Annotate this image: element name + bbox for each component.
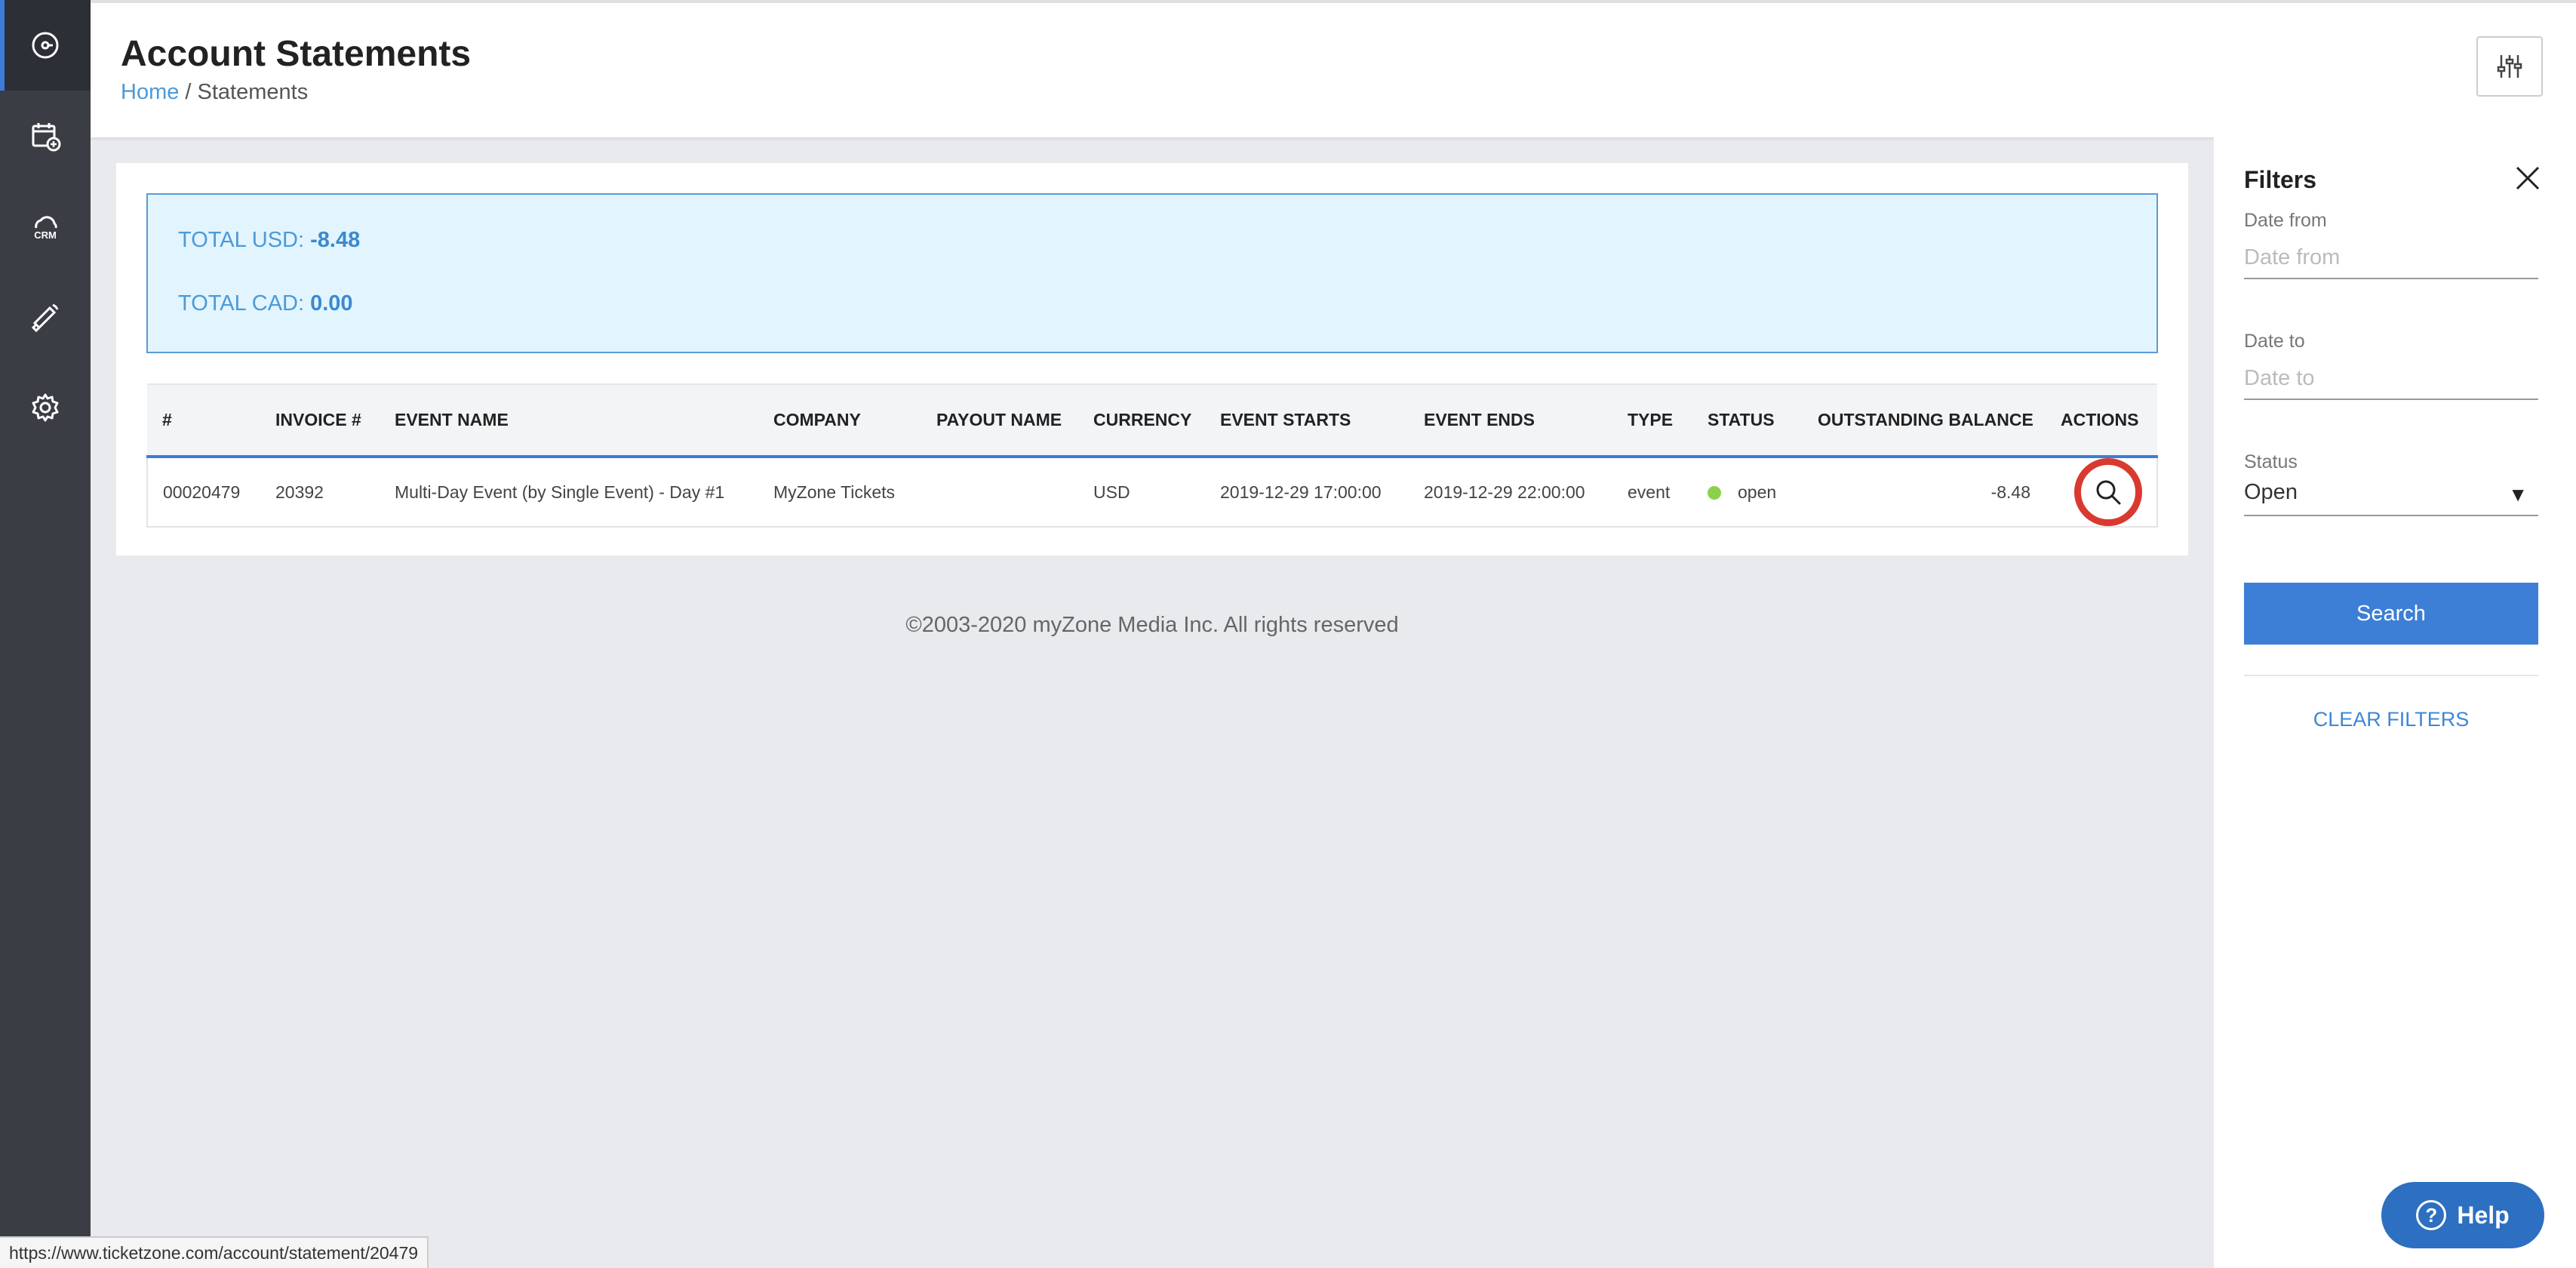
breadcrumb-separator: / [179,80,198,104]
search-button[interactable]: Search [2244,583,2538,645]
statements-card: TOTAL USD: -8.48 TOTAL CAD: 0.00 # INVOI… [116,163,2188,556]
total-cad-value: 0.00 [310,291,353,315]
total-usd-label: TOTAL USD: [178,228,311,252]
dashboard-icon [32,32,59,59]
megaphone-icon [31,303,59,333]
help-label: Help [2457,1201,2510,1229]
search-icon [2096,480,2121,505]
help-button[interactable]: ? Help [2381,1182,2544,1248]
date-to-label: Date to [2244,331,2305,352]
col-invoice[interactable]: INVOICE # [260,384,380,457]
filters-panel: Filters Date from Date to Status Open ▼ … [2214,137,2576,1268]
cell-outstanding-balance: -8.48 [1990,482,2030,502]
col-type[interactable]: TYPE [1612,384,1692,457]
sidebar-item-marketing[interactable] [0,272,91,362]
col-actions: ACTIONS [2061,410,2139,429]
sidebar-item-settings[interactable] [0,362,91,453]
cell-event-starts: 2019-12-29 17:00:00 [1220,482,1382,502]
status-dot-icon [1708,486,1721,500]
cell-status: open [1692,457,1803,527]
breadcrumb: Home / Statements [121,80,308,105]
question-icon: ? [2416,1200,2447,1230]
col-currency[interactable]: CURRENCY [1078,384,1205,457]
cell-invoice: 20392 [275,482,324,502]
total-usd: TOTAL USD: -8.48 [178,228,360,253]
status-text: open [1738,482,1777,502]
cell-actions [2046,457,2157,527]
total-cad: TOTAL CAD: 0.00 [178,291,353,316]
statements-table: # INVOICE # EVENT NAME COMPANY PAYOUT NA… [146,383,2158,528]
col-event-starts[interactable]: EVENT STARTS [1205,384,1409,457]
table-row: 00020479 20392 Multi-Day Event (by Singl… [147,457,2157,527]
copyright-text: ©2003-2020 myZone Media Inc. All rights … [905,613,1399,637]
col-payout-name[interactable]: PAYOUT NAME [921,384,1078,457]
sidebar-item-crm[interactable]: CRM [0,181,91,272]
gear-icon [32,393,59,422]
crm-cloud-icon: CRM [34,216,57,241]
total-cad-label: TOTAL CAD: [178,291,311,315]
col-event-ends[interactable]: EVENT ENDS [1409,384,1612,457]
cell-currency: USD [1093,482,1130,502]
col-outstanding-balance[interactable]: OUTSTANDING BALANCE [1803,384,2046,457]
breadcrumb-home-link[interactable]: Home [121,80,179,104]
cell-id: 00020479 [163,482,241,502]
date-from-input[interactable] [2244,237,2538,279]
totals-panel: TOTAL USD: -8.48 TOTAL CAD: 0.00 [146,193,2158,353]
table-header-row: # INVOICE # EVENT NAME COMPANY PAYOUT NA… [147,384,2157,457]
clear-filters-link[interactable]: CLEAR FILTERS [2244,708,2538,731]
sidebar-item-events[interactable] [0,91,91,181]
calendar-add-icon [32,123,61,152]
close-filters-button[interactable] [2513,163,2543,193]
date-from-label: Date from [2244,210,2327,231]
page-title: Account Statements [121,34,472,74]
cell-type: event [1628,482,1671,502]
filters-divider [2244,675,2538,676]
status-bar-url: https://www.ticketzone.com/account/state… [0,1236,429,1268]
col-company[interactable]: COMPANY [758,384,921,457]
cell-payout-name [921,457,1078,527]
total-usd-value: -8.48 [310,228,361,252]
sidebar-item-dashboard[interactable] [0,0,91,91]
sidebar: CRM [0,0,91,1268]
col-status[interactable]: STATUS [1692,384,1803,457]
col-number[interactable]: # [147,384,260,457]
status-label: Status [2244,451,2298,472]
close-icon [2516,166,2540,190]
col-event-name[interactable]: EVENT NAME [380,384,758,457]
page-header: Account Statements Home / Statements [91,0,2576,137]
view-statement-button[interactable] [2074,458,2142,526]
dropdown-arrow-icon: ▼ [2508,483,2528,506]
filters-title: Filters [2244,166,2317,193]
cell-event-ends: 2019-12-29 22:00:00 [1424,482,1585,502]
status-select[interactable]: Open ▼ [2244,474,2538,516]
crm-label: CRM [34,229,57,241]
breadcrumb-current: Statements [197,80,309,104]
cell-event-name: Multi-Day Event (by Single Event) - Day … [395,482,725,502]
date-to-input[interactable] [2244,358,2538,400]
sliders-icon [2497,55,2522,78]
filter-toggle-button[interactable] [2476,36,2543,97]
status-select-value: Open [2244,480,2298,504]
cell-company: MyZone Tickets [773,482,896,502]
